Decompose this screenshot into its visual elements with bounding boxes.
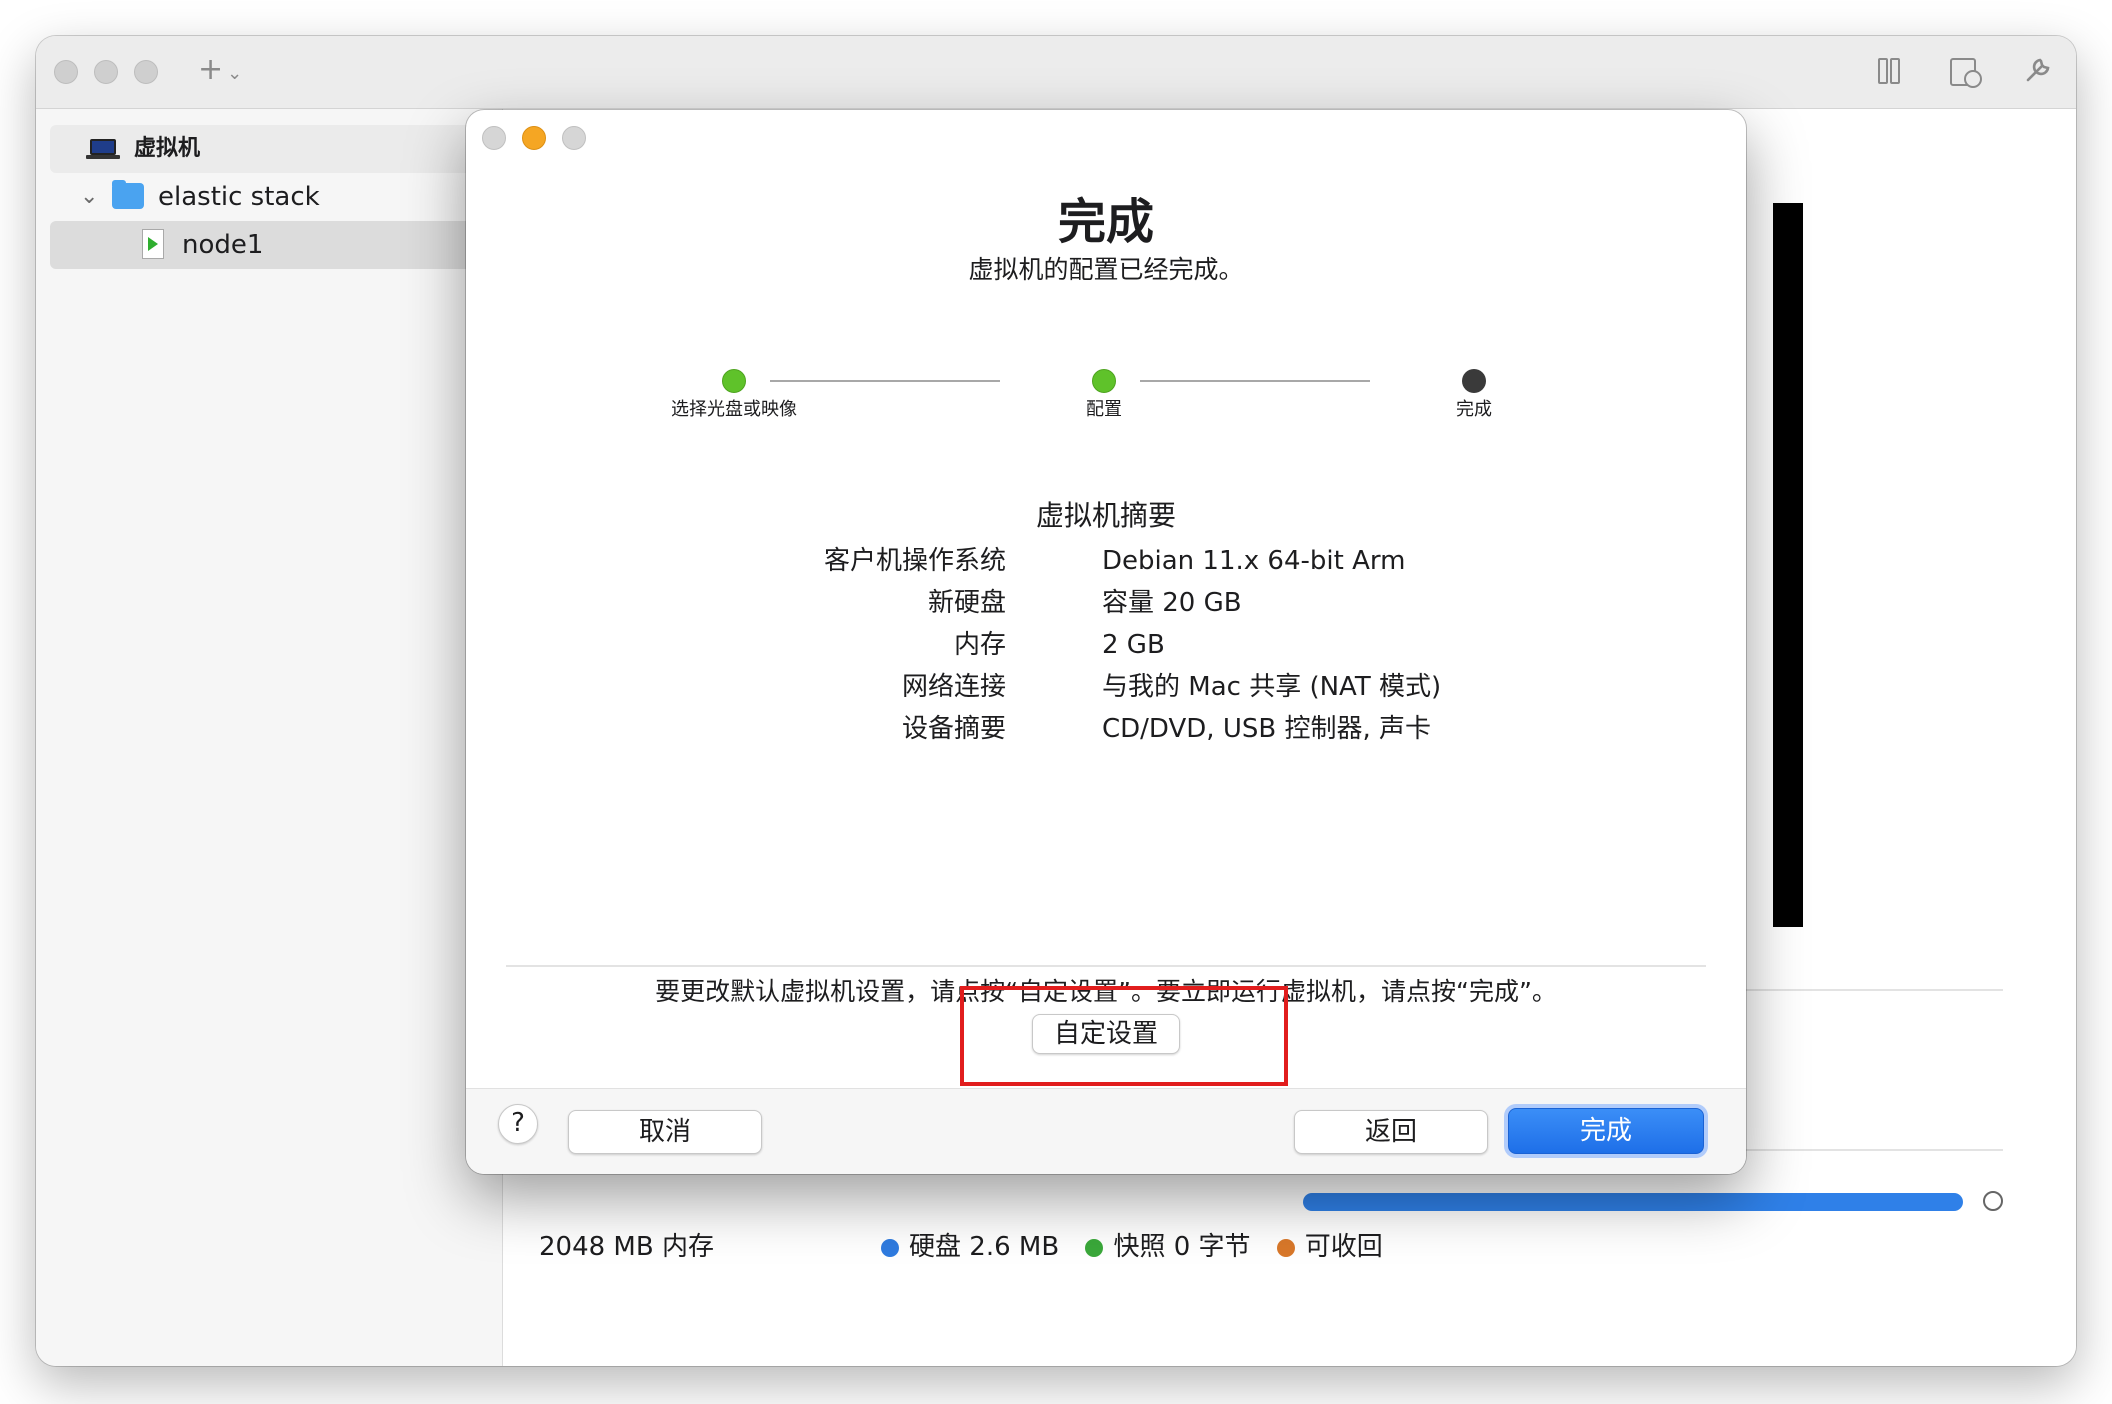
sidebar: 虚拟机 ⌄ elastic stack node1 (36, 109, 503, 1366)
sidebar-section-label: 虚拟机 (134, 136, 201, 161)
summary-value: 与我的 Mac 共享 (NAT 模式) (1102, 672, 1442, 702)
folder-tab-icon (112, 180, 126, 186)
summary-label: 网络连接 (901, 672, 1006, 702)
summary-value: 2 GB (1102, 630, 1165, 660)
step-current-dot (1462, 369, 1486, 393)
snapshot-icon[interactable] (1948, 54, 1982, 88)
step-connector (770, 380, 1000, 382)
reclaimable-legend-dot (1276, 1238, 1295, 1257)
cancel-button[interactable]: 取消 (568, 1110, 762, 1154)
new-vm-menu-button[interactable]: + ⌄ (198, 53, 242, 91)
legend-label: 硬盘 (909, 1232, 962, 1262)
settings-wrench-icon[interactable] (2020, 52, 2056, 88)
dialog-title: 完成 (1057, 194, 1154, 250)
step-label: 选择光盘或映像 (671, 399, 797, 420)
laptop-base-icon (86, 155, 120, 159)
summary-value: Debian 11.x 64-bit Arm (1102, 546, 1406, 576)
chevron-down-icon[interactable]: ⌄ (80, 173, 98, 221)
summary-value: CD/DVD, USB 控制器, 声卡 (1102, 714, 1431, 744)
disk-legend-dot (881, 1238, 899, 1257)
folder-icon (112, 183, 144, 209)
pause-icon[interactable] (1876, 56, 1902, 86)
legend-label: 快照 (1113, 1232, 1166, 1262)
dialog-minimize-button[interactable] (522, 126, 546, 150)
vm-console-preview (1773, 203, 1803, 927)
sidebar-section-vms[interactable]: 虚拟机 (50, 125, 490, 173)
storage-legend: 硬盘 2.6 MB 快照 0 字节 可收回 (881, 1227, 1383, 1267)
sidebar-item-vm[interactable]: node1 (50, 221, 490, 269)
legend-label: 可收回 (1304, 1232, 1383, 1262)
summary-label: 客户机操作系统 (823, 546, 1006, 576)
chevron-down-icon: ⌄ (227, 63, 243, 84)
legend-value: 0 字节 (1173, 1232, 1251, 1262)
title-bar: + ⌄ (36, 36, 2076, 109)
dialog-subtitle: 虚拟机的配置已经完成。 (968, 255, 1244, 284)
plus-icon: + (198, 52, 224, 87)
step-done-dot (722, 369, 746, 393)
laptop-icon (90, 139, 116, 155)
step-label: 完成 (1456, 399, 1492, 420)
step-label: 配置 (1086, 399, 1122, 420)
sidebar-vm-label: node1 (182, 230, 264, 260)
zoom-window-button[interactable] (134, 60, 158, 84)
help-button[interactable]: ? (498, 1104, 538, 1144)
summary-label: 新硬盘 (927, 588, 1006, 618)
snapshot-legend-dot (1085, 1238, 1104, 1257)
summary-label: 设备摘要 (901, 714, 1006, 744)
play-icon (148, 237, 158, 251)
close-window-button[interactable] (54, 60, 78, 84)
customize-settings-button[interactable]: 自定设置 (1032, 1014, 1180, 1054)
summary-value: 容量 20 GB (1102, 588, 1242, 618)
instruction-text: 要更改默认虚拟机设置，请点按“自定设置”。要立即运行虚拟机，请点按“完成”。 (655, 977, 1557, 1006)
refresh-icon[interactable] (1983, 1191, 2003, 1211)
finish-button[interactable]: 完成 (1508, 1108, 1704, 1154)
back-button[interactable]: 返回 (1294, 1110, 1488, 1154)
disk-usage-bar (1303, 1193, 1963, 1211)
vm-file-icon (142, 229, 164, 259)
dialog-zoom-button[interactable] (562, 126, 586, 150)
sidebar-item-folder[interactable]: ⌄ elastic stack (50, 173, 490, 221)
divider (506, 965, 1706, 967)
step-connector (1140, 380, 1370, 382)
memory-label: 2048 MB 内存 (539, 1232, 714, 1262)
legend-value: 2.6 MB (969, 1232, 1060, 1262)
new-vm-wizard-dialog: 完成 虚拟机的配置已经完成。 选择光盘或映像 配置 完成 虚拟机摘要 客户机操作… (466, 110, 1746, 1174)
minimize-window-button[interactable] (94, 60, 118, 84)
sidebar-folder-label: elastic stack (158, 182, 320, 212)
summary-title: 虚拟机摘要 (1035, 499, 1176, 532)
dialog-close-button[interactable] (482, 126, 506, 150)
step-done-dot (1092, 369, 1116, 393)
summary-label: 内存 (953, 630, 1006, 660)
